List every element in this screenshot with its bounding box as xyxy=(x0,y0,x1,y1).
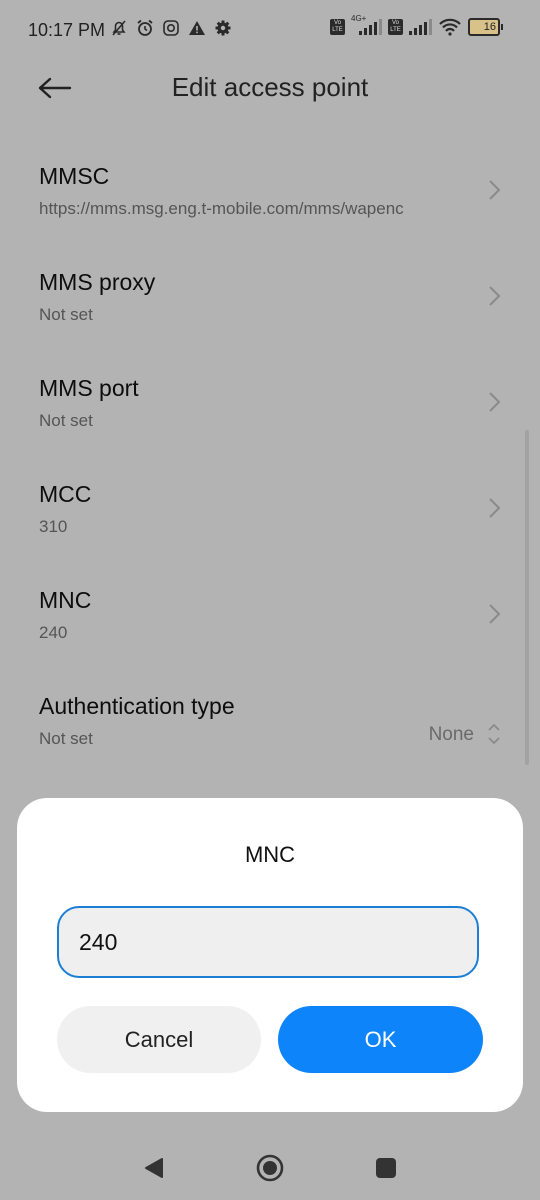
item-title: MCC xyxy=(39,481,92,507)
wifi-icon xyxy=(439,18,461,36)
item-title: MMS proxy xyxy=(39,269,156,295)
signal-sim2-icon xyxy=(409,19,432,35)
list-item-authentication-type[interactable]: Authentication type Not set None xyxy=(0,680,540,786)
list-item-mms-proxy[interactable]: MMS proxy Not set xyxy=(0,256,540,362)
signal-sim1-icon: 4G+ xyxy=(351,14,382,35)
app-header: Edit access point xyxy=(0,62,540,116)
item-subtitle: https://mms.msg.eng.t-mobile.com/mms/wap… xyxy=(39,199,404,218)
navigation-bar xyxy=(0,1130,540,1200)
instagram-icon xyxy=(163,20,179,36)
dialog-title: MNC xyxy=(244,842,296,867)
chevron-right-icon xyxy=(489,392,501,412)
back-triangle-icon[interactable] xyxy=(140,1154,168,1182)
up-down-chevron-icon xyxy=(488,723,500,745)
auth-type-value[interactable]: None xyxy=(429,724,474,746)
battery-level: 16 xyxy=(468,18,500,36)
chevron-right-icon xyxy=(489,286,501,306)
warning-icon xyxy=(189,21,205,35)
item-subtitle: 240 xyxy=(39,623,68,642)
list-item-mmsc[interactable]: MMSC https://mms.msg.eng.t-mobile.com/mm… xyxy=(0,150,540,256)
network-type-label: 4G+ xyxy=(351,14,367,23)
item-subtitle: 310 xyxy=(39,517,68,536)
gear-icon xyxy=(215,20,231,36)
page-title: Edit access point xyxy=(171,72,369,102)
item-subtitle: Not set xyxy=(39,305,93,324)
recents-square-icon[interactable] xyxy=(372,1154,400,1182)
volte-badge-sim2: Vo LTE xyxy=(388,19,403,35)
mnc-dialog: MNC Cancel OK xyxy=(17,798,523,1112)
ok-button[interactable]: OK xyxy=(278,1006,483,1073)
notification-icons xyxy=(110,19,232,37)
bell-off-icon xyxy=(112,20,126,36)
status-time: 10:17 PM xyxy=(28,20,106,40)
settings-list: MMSC https://mms.msg.eng.t-mobile.com/mm… xyxy=(0,150,540,786)
item-title: MNC xyxy=(39,587,92,613)
alarm-icon xyxy=(137,19,153,36)
scrollbar[interactable] xyxy=(525,430,529,765)
status-bar: 10:17 PM Vo LTE 4G+ Vo LTE 16 xyxy=(0,0,540,62)
item-subtitle: Not set xyxy=(39,729,93,748)
chevron-right-icon xyxy=(489,604,501,624)
battery-indicator: 16 xyxy=(468,18,503,36)
list-item-mcc[interactable]: MCC 310 xyxy=(0,468,540,574)
chevron-right-icon xyxy=(489,498,501,518)
item-subtitle: Not set xyxy=(39,411,93,430)
item-title: MMS port xyxy=(39,375,139,401)
chevron-right-icon xyxy=(489,180,501,200)
volte-badge-sim1: Vo LTE xyxy=(330,19,345,35)
item-title: MMSC xyxy=(39,163,110,189)
mnc-input[interactable] xyxy=(57,906,479,978)
list-item-mnc[interactable]: MNC 240 xyxy=(0,574,540,680)
list-item-mms-port[interactable]: MMS port Not set xyxy=(0,362,540,468)
home-circle-icon[interactable] xyxy=(256,1154,284,1182)
system-icons: Vo LTE 4G+ Vo LTE 16 xyxy=(330,14,503,36)
cancel-button[interactable]: Cancel xyxy=(57,1006,261,1073)
item-title: Authentication type xyxy=(39,693,235,719)
